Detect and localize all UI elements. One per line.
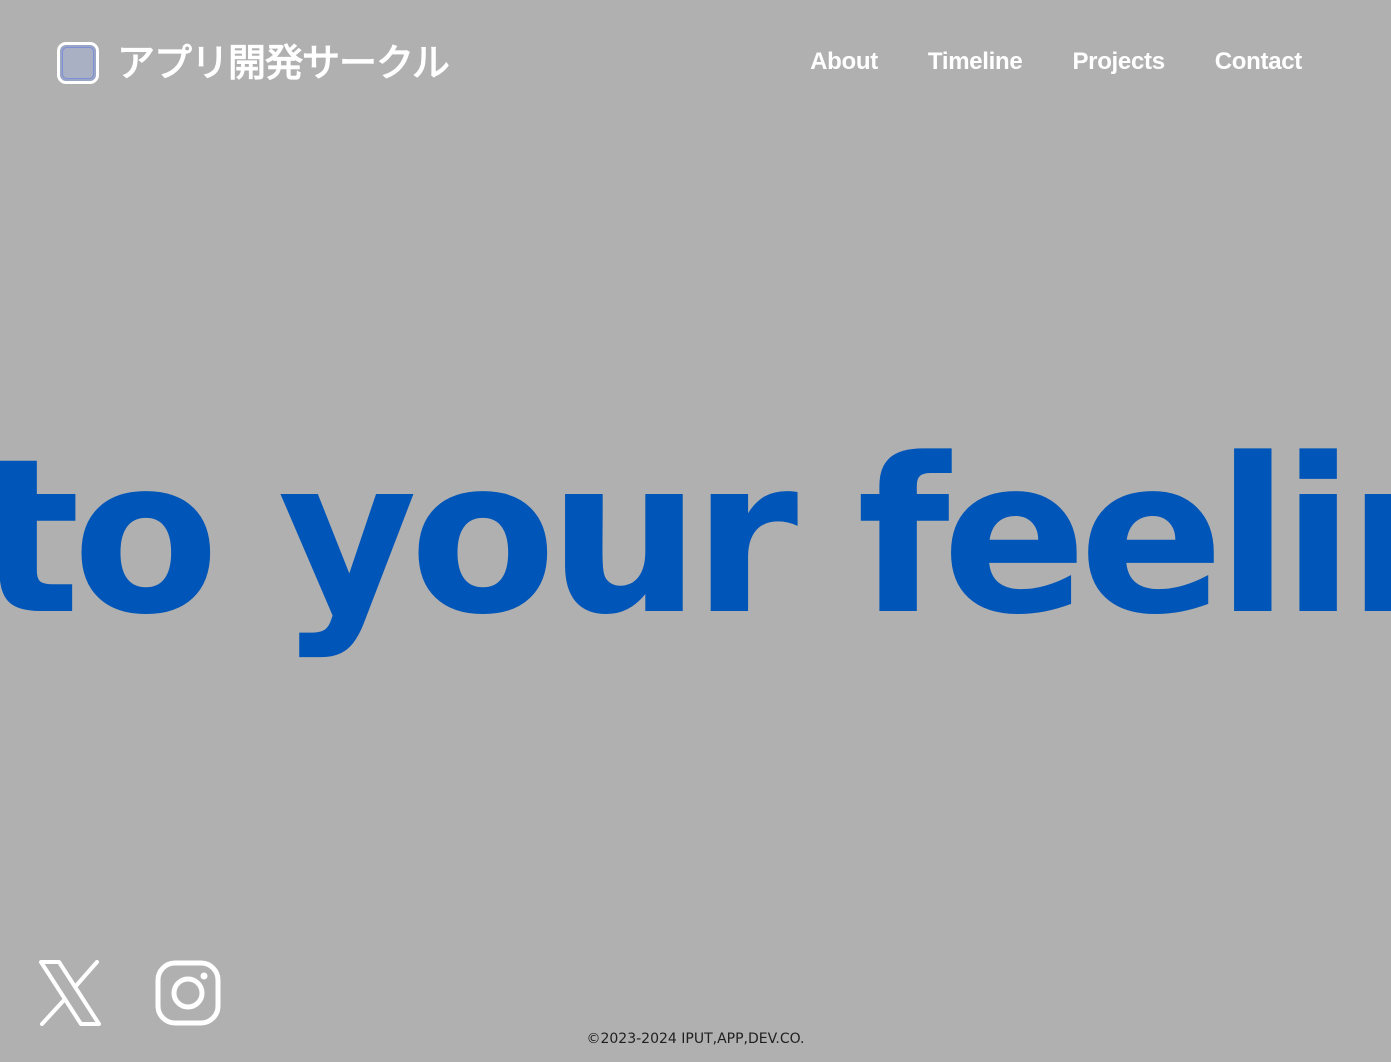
logo-icon xyxy=(57,42,99,84)
copyright-text: ©2023-2024 IPUT,APP,DEV.CO. xyxy=(586,1031,805,1047)
x-logo-icon xyxy=(39,960,101,1026)
nav-projects[interactable]: Projects xyxy=(1072,44,1165,80)
instagram-link[interactable] xyxy=(155,960,221,1026)
x-link[interactable] xyxy=(37,960,103,1026)
hero-marquee-text: to your feelings xyxy=(0,413,1391,662)
main-nav: About Timeline Projects Contact xyxy=(760,44,1302,80)
hero-section: to your feelings xyxy=(0,0,1391,1062)
site-header: アプリ開発サークル About Timeline Projects Contac… xyxy=(0,0,1391,125)
instagram-logo-icon xyxy=(155,960,221,1026)
nav-timeline[interactable]: Timeline xyxy=(928,44,1023,80)
nav-contact[interactable]: Contact xyxy=(1215,44,1303,80)
social-links xyxy=(37,960,221,1026)
home-logo-link[interactable]: アプリ開発サークル xyxy=(57,39,450,87)
nav-about[interactable]: About xyxy=(810,44,878,80)
brand-name: アプリ開発サークル xyxy=(117,41,450,85)
